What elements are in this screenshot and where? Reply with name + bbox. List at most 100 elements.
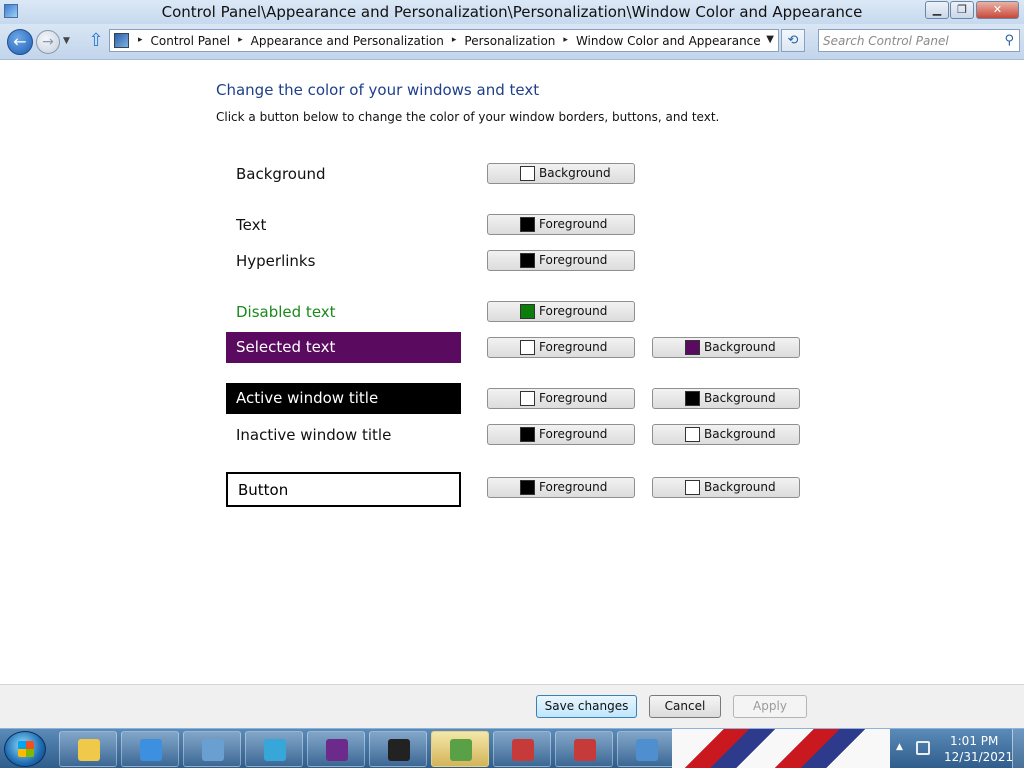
setting-label-text: Button bbox=[238, 481, 289, 499]
clock-time[interactable]: 1:01 PM bbox=[950, 734, 998, 748]
save-changes-button[interactable]: Save changes bbox=[536, 695, 637, 718]
refresh-button[interactable]: ⟲ bbox=[781, 29, 805, 52]
color-swatch bbox=[685, 480, 700, 495]
foreground-color-button[interactable]: Foreground bbox=[487, 388, 635, 409]
color-button-label: Foreground bbox=[539, 480, 608, 494]
taskbar-network-monitor[interactable] bbox=[431, 731, 489, 767]
taskbar-control-panel[interactable] bbox=[617, 731, 675, 767]
color-swatch bbox=[520, 427, 535, 442]
title-bar: Control Panel\Appearance and Personaliza… bbox=[0, 0, 1024, 24]
color-swatch bbox=[520, 304, 535, 319]
color-swatch bbox=[520, 217, 535, 232]
breadcrumb-item[interactable]: Control Panel bbox=[145, 34, 237, 48]
show-desktop-button[interactable] bbox=[1012, 729, 1024, 768]
breadcrumb-separator[interactable]: ▸ bbox=[450, 34, 459, 48]
setting-label: Button bbox=[226, 472, 461, 507]
window-title: Control Panel\Appearance and Personaliza… bbox=[161, 3, 863, 21]
color-swatch bbox=[520, 391, 535, 406]
apply-button[interactable]: Apply bbox=[733, 695, 807, 718]
seven-zip-icon bbox=[388, 739, 410, 761]
search-icon[interactable]: ⚲ bbox=[1004, 33, 1014, 48]
window: Control Panel\Appearance and Personaliza… bbox=[0, 0, 1024, 768]
breadcrumb: ▸ Control Panel ▸ Appearance and Personaliz… bbox=[136, 34, 767, 48]
windows-logo-icon bbox=[18, 741, 34, 757]
background-color-button[interactable]: Background bbox=[652, 337, 800, 358]
foreground-color-button[interactable]: Foreground bbox=[487, 214, 635, 235]
desktop-wallpaper bbox=[672, 729, 890, 768]
foreground-color-button[interactable]: Foreground bbox=[487, 301, 635, 322]
breadcrumb-item[interactable]: Personalization bbox=[458, 34, 561, 48]
setting-label-text: Selected text bbox=[236, 338, 336, 356]
color-button-label: Foreground bbox=[539, 427, 608, 441]
foreground-color-button[interactable]: Foreground bbox=[487, 250, 635, 271]
setting-label: Text bbox=[236, 216, 267, 234]
breadcrumb-separator[interactable]: ▸ bbox=[236, 34, 245, 48]
taskbar-internet-explorer[interactable] bbox=[121, 731, 179, 767]
start-button[interactable] bbox=[4, 731, 46, 767]
up-arrow-icon[interactable]: ⇧ bbox=[87, 32, 105, 50]
navigation-bar: ← → ▼ ⇧ ▸ Control Panel ▸ Appearance and Pe… bbox=[0, 24, 1024, 60]
explorer-folder-icon bbox=[78, 739, 100, 761]
recent-pages-dropdown[interactable]: ▼ bbox=[63, 36, 70, 46]
setting-label: Active window title bbox=[226, 383, 461, 414]
color-swatch bbox=[520, 253, 535, 268]
setting-label: Inactive window title bbox=[236, 426, 392, 444]
page-description: Click a button below to change the color… bbox=[216, 110, 720, 124]
breadcrumb-separator[interactable]: ▸ bbox=[136, 34, 145, 48]
breadcrumb-separator[interactable]: ▸ bbox=[561, 34, 570, 48]
setting-label-text: Active window title bbox=[236, 389, 379, 407]
remote-app-icon bbox=[264, 739, 286, 761]
background-color-button[interactable]: Background bbox=[652, 477, 800, 498]
control-panel-icon bbox=[114, 33, 129, 48]
setting-label: Background bbox=[236, 165, 326, 183]
brave-browser-icon bbox=[326, 739, 348, 761]
clock-date[interactable]: 12/31/2021 bbox=[944, 750, 1013, 764]
color-button-label: Background bbox=[704, 340, 776, 354]
foreground-color-button[interactable]: Foreground bbox=[487, 424, 635, 445]
network-monitor-icon bbox=[450, 739, 472, 761]
foreground-color-button[interactable]: Foreground bbox=[487, 337, 635, 358]
color-button-label: Foreground bbox=[539, 340, 608, 354]
color-swatch bbox=[685, 340, 700, 355]
back-button[interactable]: ← bbox=[7, 29, 33, 55]
taskbar-brave-browser[interactable] bbox=[307, 731, 365, 767]
system-tray: ▲ 1:01 PM 12/31/2021 bbox=[890, 729, 1024, 768]
taskbar: ▲ 1:01 PM 12/31/2021 bbox=[0, 728, 1024, 768]
setting-label: Selected text bbox=[226, 332, 461, 363]
show-hidden-icons-button[interactable]: ▲ bbox=[896, 742, 903, 752]
network-icon[interactable] bbox=[916, 741, 930, 755]
taskbar-picture-viewer[interactable] bbox=[183, 731, 241, 767]
color-button-label: Foreground bbox=[539, 391, 608, 405]
color-button-label: Foreground bbox=[539, 253, 608, 267]
taskbar-toolbox-red-2[interactable] bbox=[555, 731, 613, 767]
close-button[interactable]: ✕ bbox=[976, 1, 1019, 19]
background-color-button[interactable]: Background bbox=[652, 424, 800, 445]
foreground-color-button[interactable]: Foreground bbox=[487, 477, 635, 498]
background-color-button[interactable]: Background bbox=[487, 163, 635, 184]
forward-button[interactable]: → bbox=[36, 30, 60, 54]
color-swatch bbox=[520, 340, 535, 355]
color-button-label: Background bbox=[704, 391, 776, 405]
color-swatch bbox=[520, 480, 535, 495]
toolbox-red-icon bbox=[512, 739, 534, 761]
minimize-button[interactable]: ▁ bbox=[925, 1, 949, 19]
search-input[interactable] bbox=[823, 33, 993, 49]
taskbar-toolbox-red[interactable] bbox=[493, 731, 551, 767]
setting-label: Disabled text bbox=[236, 303, 336, 321]
taskbar-explorer-folder[interactable] bbox=[59, 731, 117, 767]
taskbar-remote-app[interactable] bbox=[245, 731, 303, 767]
color-button-label: Background bbox=[704, 480, 776, 494]
taskbar-seven-zip[interactable] bbox=[369, 731, 427, 767]
control-panel-icon bbox=[636, 739, 658, 761]
address-history-dropdown[interactable]: ▼ bbox=[766, 34, 774, 45]
setting-label: Hyperlinks bbox=[236, 252, 316, 270]
search-box[interactable]: ⚲ bbox=[818, 29, 1020, 52]
restore-button[interactable]: ❐ bbox=[950, 1, 974, 19]
page-heading: Change the color of your windows and tex… bbox=[216, 81, 540, 99]
background-color-button[interactable]: Background bbox=[652, 388, 800, 409]
breadcrumb-item[interactable]: Window Color and Appearance bbox=[570, 34, 767, 48]
color-swatch bbox=[520, 166, 535, 181]
address-bar[interactable]: ▸ Control Panel ▸ Appearance and Personaliz… bbox=[109, 29, 779, 52]
breadcrumb-item[interactable]: Appearance and Personalization bbox=[245, 34, 450, 48]
cancel-button[interactable]: Cancel bbox=[649, 695, 721, 718]
